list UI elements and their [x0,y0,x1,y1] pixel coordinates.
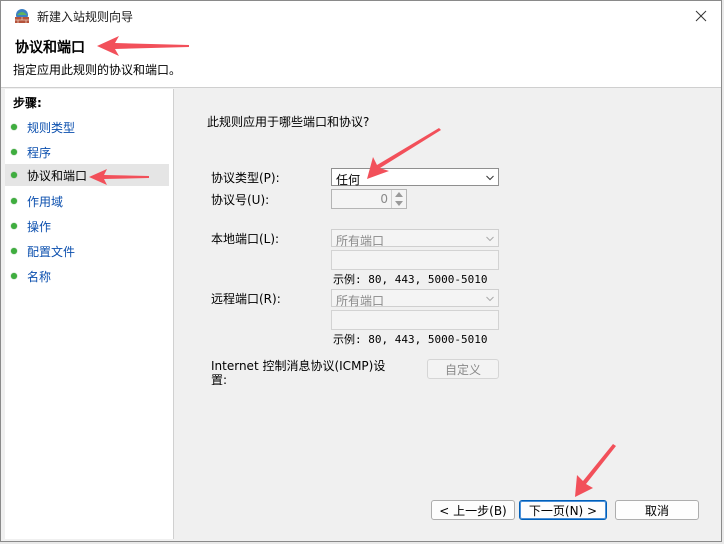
step-label: 协议和端口 [27,168,88,183]
local-port-input[interactable] [331,250,499,270]
remote-port-input[interactable] [331,310,499,330]
step-bullet-icon [11,248,17,254]
remote-port-example: 示例: 80, 443, 5000-5010 [333,333,488,346]
step-bullet-icon [11,172,17,178]
protocol-number-value: 0 [380,192,388,206]
protocol-number-stepper[interactable]: 0 [331,189,407,209]
step-label: 程序 [27,145,52,160]
window-title: 新建入站规则向导 [37,10,134,24]
steps-title: 步骤: [13,96,42,110]
annotation-arrow-title [97,36,189,56]
protocol-type-label: 协议类型(P): [211,171,280,185]
stepper-arrows[interactable] [391,190,406,208]
firewall-app-icon [15,9,29,23]
step-bullet-icon [11,198,17,204]
next-button[interactable]: 下一页(N) > [519,500,607,520]
close-icon [695,10,707,22]
spin-up-icon [395,192,403,197]
annotation-arrow-step [89,169,149,185]
annotation-arrow-next [575,444,616,497]
remote-port-label: 远程端口(R): [211,292,281,306]
step-rule-type[interactable]: 规则类型 [5,116,169,138]
step-bullet-icon [11,149,17,155]
spin-down-icon [395,201,403,206]
chevron-down-icon [486,296,494,302]
chevron-down-icon [486,236,494,242]
local-port-value: 所有端口 [336,234,385,248]
annotation-arrow-protocol [367,128,441,179]
step-label: 操作 [27,219,52,234]
cancel-button[interactable]: 取消 [615,500,699,520]
step-program[interactable]: 程序 [5,141,169,163]
customize-button[interactable]: 自定义 [427,359,499,379]
page-title: 协议和端口 [15,40,85,56]
step-scope[interactable]: 作用域 [5,190,169,212]
remote-port-select[interactable]: 所有端口 [331,289,499,308]
local-port-label: 本地端口(L): [211,232,280,246]
protocol-type-value: 任何 [336,173,361,187]
step-profile[interactable]: 配置文件 [5,240,169,262]
content-panel: 此规则应用于哪些端口和协议? 协议类型(P): 任何 协议号(U): 0 本地端… [175,89,719,539]
title-bar: 新建入站规则向导 [1,1,721,32]
wizard-window: 新建入站规则向导 协议和端口 指定应用此规则的协议和端口。 步骤: 规则类型 程… [0,0,722,542]
page-subtitle: 指定应用此规则的协议和端口。 [13,63,182,77]
step-action[interactable]: 操作 [5,215,169,237]
step-bullet-icon [11,273,17,279]
remote-port-value: 所有端口 [336,294,385,308]
protocol-number-label: 协议号(U): [211,193,270,207]
question-text: 此规则应用于哪些端口和协议? [207,115,370,129]
icmp-label: Internet 控制消息协议(ICMP)设置: [211,359,386,387]
close-button[interactable] [681,1,721,31]
step-name[interactable]: 名称 [5,265,169,287]
step-bullet-icon [11,223,17,229]
local-port-select[interactable]: 所有端口 [331,229,499,248]
step-label: 配置文件 [27,244,76,259]
back-button[interactable]: < 上一步(B) [431,500,515,520]
step-label: 名称 [27,269,52,284]
step-label: 作用域 [27,194,64,209]
local-port-example: 示例: 80, 443, 5000-5010 [333,273,488,286]
step-bullet-icon [11,124,17,130]
chevron-down-icon [486,175,494,181]
steps-panel: 步骤: 规则类型 程序 协议和端口 作用域 操作 配置文件 名称 [5,89,174,539]
step-label: 规则类型 [27,120,76,135]
